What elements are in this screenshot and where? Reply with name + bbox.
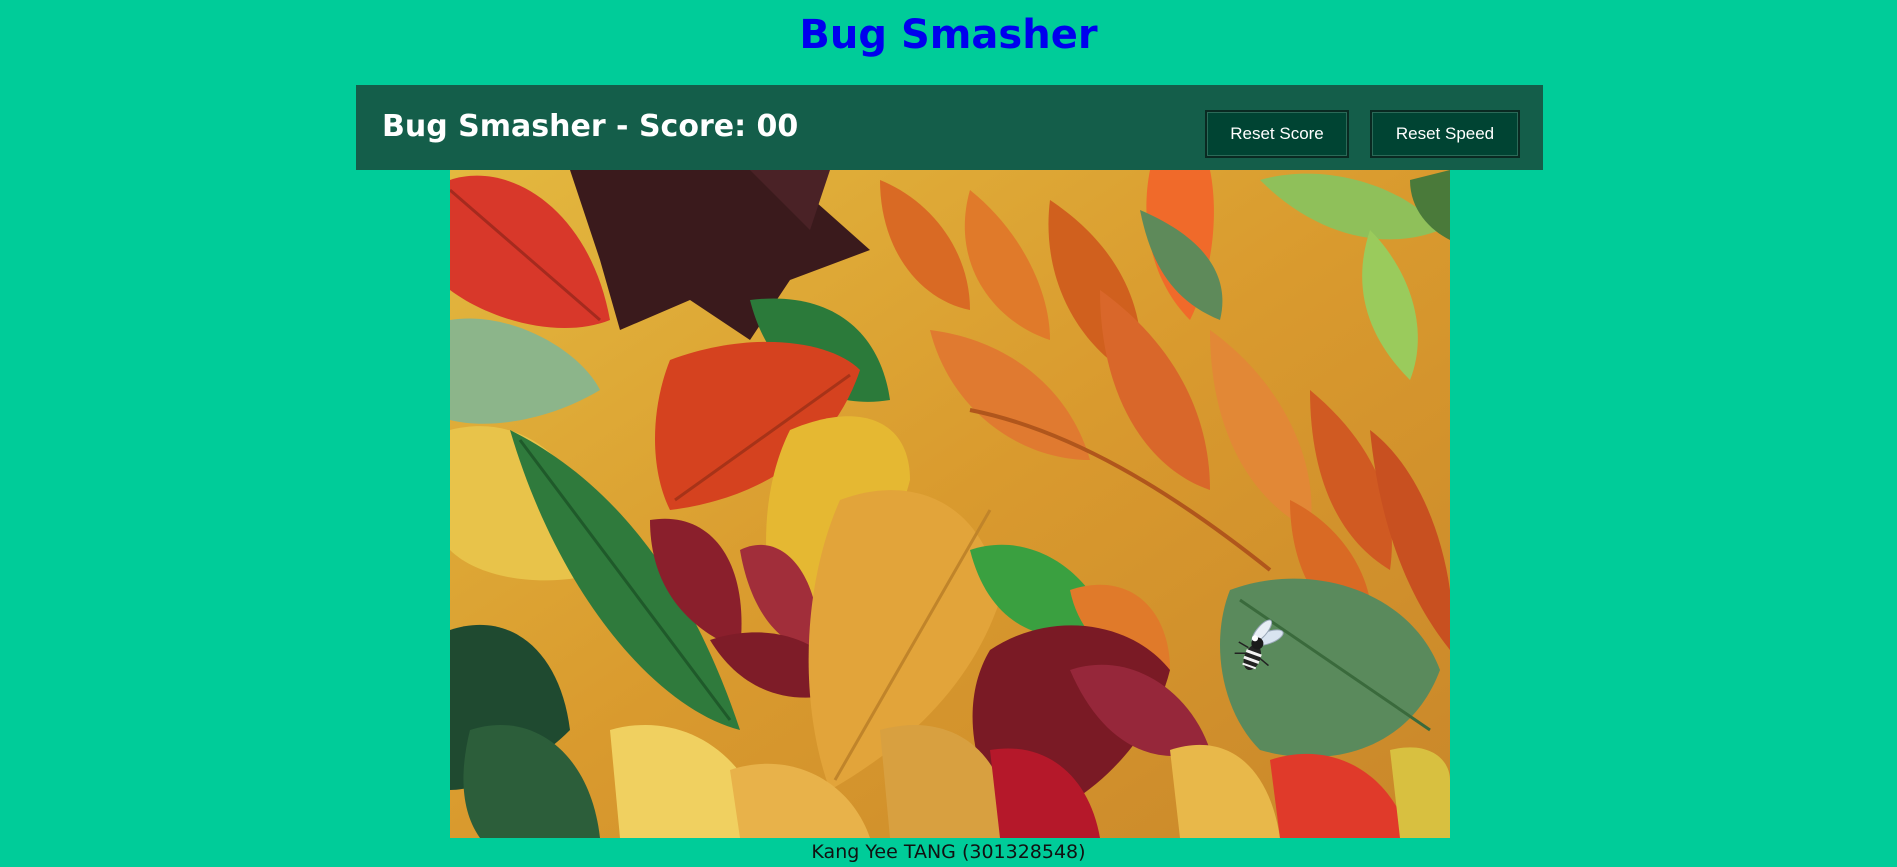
fly-bug-icon[interactable] (1215, 610, 1295, 690)
author-credit: Kang Yee TANG (301328548) (811, 841, 1086, 863)
score-display: Bug Smasher - Score: 00 (382, 109, 799, 144)
page-title: Bug Smasher (799, 12, 1098, 58)
autumn-leaves-background (450, 170, 1450, 838)
reset-score-button[interactable]: Reset Score (1205, 110, 1349, 158)
score-header-bar: Bug Smasher - Score: 00 Reset Score Rese… (356, 85, 1543, 170)
game-canvas[interactable] (450, 170, 1450, 838)
reset-speed-button[interactable]: Reset Speed (1370, 110, 1520, 158)
